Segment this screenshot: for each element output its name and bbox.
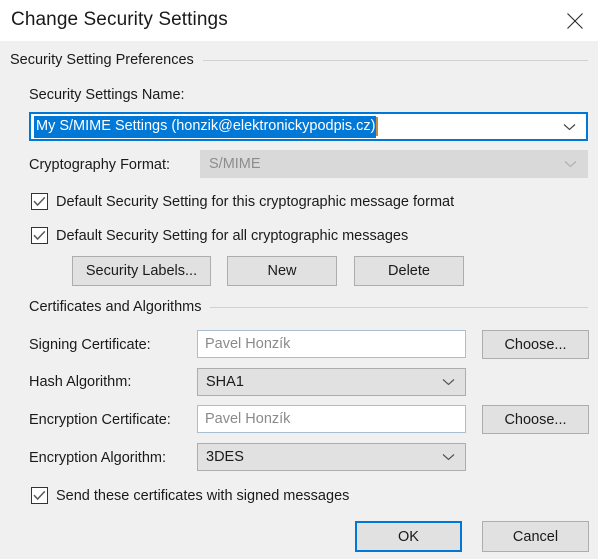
encryption-algorithm-value: 3DES [206,449,244,465]
cancel-button[interactable]: Cancel [482,521,589,552]
checkbox-label: Default Security Setting for all cryptog… [56,227,409,244]
close-icon [566,12,584,30]
checkbox-send-certificates[interactable]: Send these certificates with signed mess… [31,487,349,504]
check-icon [33,490,46,501]
page-title: Change Security Settings [11,9,228,30]
checkbox-default-all-messages[interactable]: Default Security Setting for all cryptog… [31,227,408,244]
hash-algorithm-value: SHA1 [206,374,244,390]
chevron-down-icon [563,119,576,135]
checkbox-label: Default Security Setting for this crypto… [56,193,455,210]
checkbox-box [31,487,48,504]
signing-certificate-field[interactable]: Pavel Honzík [197,330,466,358]
checkbox-box [31,227,48,244]
checkbox-default-this-format[interactable]: Default Security Setting for this crypto… [31,193,454,210]
encryption-algorithm-combobox[interactable]: 3DES [197,443,466,471]
text-caret [376,117,379,136]
encryption-certificate-field[interactable]: Pavel Honzík [197,405,466,433]
cryptography-format-label: Cryptography Format: [29,157,171,173]
group-divider [202,59,588,61]
delete-button[interactable]: Delete [354,256,464,286]
encryption-certificate-label: Encryption Certificate: [29,412,171,428]
encryption-certificate-value: Pavel Honzík [205,411,291,427]
titlebar: Change Security Settings [0,0,598,41]
chevron-down-icon [442,374,455,390]
hash-algorithm-combobox[interactable]: SHA1 [197,368,466,396]
chevron-down-icon [442,449,455,465]
check-icon [33,230,46,241]
signing-certificate-label: Signing Certificate: [29,337,151,353]
cryptography-format-combobox: S/MIME [200,150,588,178]
group-header-certificates-and-algorithms: Certificates and Algorithms [29,299,588,315]
security-labels-button[interactable]: Security Labels... [72,256,211,286]
ok-button[interactable]: OK [355,521,462,552]
encryption-algorithm-label: Encryption Algorithm: [29,450,167,466]
chevron-down-icon [564,156,577,172]
encryption-certificate-choose-button[interactable]: Choose... [482,405,589,434]
group-divider [210,306,588,308]
group-header-label: Security Setting Preferences [10,52,194,68]
signing-certificate-choose-button[interactable]: Choose... [482,330,589,359]
group-header-label: Certificates and Algorithms [29,299,202,315]
security-settings-name-label: Security Settings Name: [29,87,185,103]
cryptography-format-value: S/MIME [209,156,261,172]
checkbox-label: Send these certificates with signed mess… [56,487,350,504]
security-settings-name-value: My S/MIME Settings (honzik@elektronickyp… [34,115,377,138]
hash-algorithm-label: Hash Algorithm: [29,374,132,390]
signing-certificate-value: Pavel Honzík [205,336,291,352]
close-button[interactable] [552,0,598,41]
checkbox-box [31,193,48,210]
check-icon [33,196,46,207]
security-settings-name-combobox[interactable]: My S/MIME Settings (honzik@elektronickyp… [29,112,588,141]
group-header-security-setting-preferences: Security Setting Preferences [10,52,588,68]
new-button[interactable]: New [227,256,337,286]
change-security-settings-dialog: Change Security Settings Security Settin… [0,0,598,559]
